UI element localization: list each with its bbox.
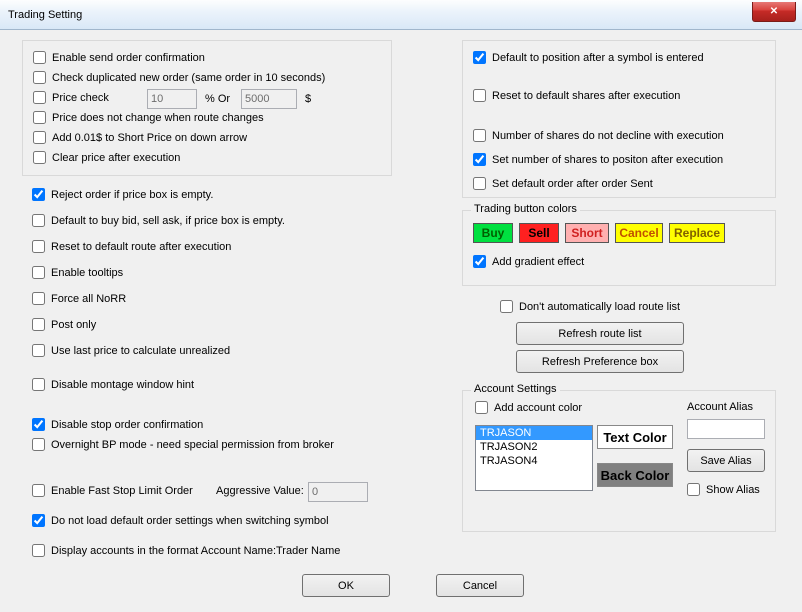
disable-montage-hint-checkbox[interactable] bbox=[32, 378, 45, 391]
check-duplicated-order-checkbox[interactable] bbox=[33, 71, 46, 84]
reset-default-shares[interactable]: Reset to default shares after execution bbox=[473, 89, 680, 102]
reject-empty-price[interactable]: Reject order if price box is empty. bbox=[32, 188, 213, 201]
dollar-label: $ bbox=[305, 93, 311, 105]
enable-tooltips-checkbox[interactable] bbox=[32, 266, 45, 279]
dont-auto-load-route-checkbox[interactable] bbox=[500, 300, 513, 313]
disable-stop-confirm[interactable]: Disable stop order confirmation bbox=[32, 418, 203, 431]
refresh-route-list-button[interactable]: Refresh route list bbox=[516, 322, 684, 345]
enable-send-order-confirm[interactable]: Enable send order confirmation bbox=[33, 51, 205, 64]
price-check-checkbox[interactable] bbox=[33, 91, 46, 104]
aggressive-value-input[interactable] bbox=[308, 482, 368, 502]
check-duplicated-order[interactable]: Check duplicated new order (same order i… bbox=[33, 71, 325, 84]
account-settings-group: Account Settings Add account color TRJAS… bbox=[462, 390, 776, 532]
post-only-checkbox[interactable] bbox=[32, 318, 45, 331]
default-buy-bid-checkbox[interactable] bbox=[32, 214, 45, 227]
set-default-after-sent[interactable]: Set default order after order Sent bbox=[473, 177, 653, 190]
reset-default-shares-checkbox[interactable] bbox=[473, 89, 486, 102]
set-shares-to-position[interactable]: Set number of shares to positon after ex… bbox=[473, 153, 723, 166]
overnight-bp-mode-checkbox[interactable] bbox=[32, 438, 45, 451]
titlebar: Trading Setting ✕ bbox=[0, 0, 802, 30]
reject-empty-price-checkbox[interactable] bbox=[32, 188, 45, 201]
add-account-color[interactable]: Add account color bbox=[475, 401, 582, 414]
display-accounts-format-checkbox[interactable] bbox=[32, 544, 45, 557]
account-settings-legend: Account Settings bbox=[471, 383, 560, 395]
aggressive-value-label: Aggressive Value: bbox=[216, 485, 304, 497]
enable-fast-stop-limit[interactable]: Enable Fast Stop Limit Order bbox=[32, 484, 193, 497]
close-button[interactable]: ✕ bbox=[752, 2, 796, 22]
add-gradient-effect[interactable]: Add gradient effect bbox=[473, 255, 584, 268]
price-check-pct-input[interactable] bbox=[147, 89, 197, 109]
clear-price-after-exec[interactable]: Clear price after execution bbox=[33, 151, 180, 164]
save-alias-button[interactable]: Save Alias bbox=[687, 449, 765, 472]
force-norr[interactable]: Force all NoRR bbox=[32, 292, 126, 305]
account-item[interactable]: TRJASON bbox=[476, 426, 592, 440]
refresh-preference-box-button[interactable]: Refresh Preference box bbox=[516, 350, 684, 373]
cancel-button[interactable]: Cancel bbox=[436, 574, 524, 597]
account-listbox[interactable]: TRJASON TRJASON2 TRJASON4 bbox=[475, 425, 593, 491]
replace-color-swatch[interactable]: Replace bbox=[669, 223, 725, 243]
use-last-price-unrealized[interactable]: Use last price to calculate unrealized bbox=[32, 344, 230, 357]
price-check-dollar-input[interactable] bbox=[241, 89, 297, 109]
disable-stop-confirm-checkbox[interactable] bbox=[32, 418, 45, 431]
add-gradient-effect-checkbox[interactable] bbox=[473, 255, 486, 268]
client-area: Enable send order confirmation Check dup… bbox=[0, 30, 802, 612]
enable-fast-stop-limit-checkbox[interactable] bbox=[32, 484, 45, 497]
price-check[interactable]: Price check bbox=[33, 91, 109, 104]
pct-or-label: % Or bbox=[205, 93, 230, 105]
price-options-group: Enable send order confirmation Check dup… bbox=[22, 40, 392, 176]
shares-options-group: Default to position after a symbol is en… bbox=[462, 40, 776, 198]
text-color-button[interactable]: Text Color bbox=[597, 425, 673, 449]
overnight-bp-mode[interactable]: Overnight BP mode - need special permiss… bbox=[32, 438, 334, 451]
use-last-price-unrealized-checkbox[interactable] bbox=[32, 344, 45, 357]
reset-route-after-exec-checkbox[interactable] bbox=[32, 240, 45, 253]
set-shares-to-position-checkbox[interactable] bbox=[473, 153, 486, 166]
do-not-load-default-order-checkbox[interactable] bbox=[32, 514, 45, 527]
force-norr-checkbox[interactable] bbox=[32, 292, 45, 305]
trading-button-colors-legend: Trading button colors bbox=[471, 203, 580, 215]
ok-button[interactable]: OK bbox=[302, 574, 390, 597]
sell-color-swatch[interactable]: Sell bbox=[519, 223, 559, 243]
show-alias[interactable]: Show Alias bbox=[687, 483, 760, 496]
post-only[interactable]: Post only bbox=[32, 318, 96, 331]
window-title: Trading Setting bbox=[8, 9, 82, 21]
shares-no-decline[interactable]: Number of shares do not decline with exe… bbox=[473, 129, 724, 142]
reset-route-after-exec[interactable]: Reset to default route after execution bbox=[32, 240, 231, 253]
buy-color-swatch[interactable]: Buy bbox=[473, 223, 513, 243]
do-not-load-default-order[interactable]: Do not load default order settings when … bbox=[32, 514, 329, 527]
enable-tooltips[interactable]: Enable tooltips bbox=[32, 266, 123, 279]
short-color-swatch[interactable]: Short bbox=[565, 223, 609, 243]
shares-no-decline-checkbox[interactable] bbox=[473, 129, 486, 142]
account-item[interactable]: TRJASON2 bbox=[476, 440, 592, 454]
price-no-change-route[interactable]: Price does not change when route changes bbox=[33, 111, 264, 124]
account-alias-input[interactable] bbox=[687, 419, 765, 439]
set-default-after-sent-checkbox[interactable] bbox=[473, 177, 486, 190]
close-icon: ✕ bbox=[770, 6, 778, 17]
dont-auto-load-route[interactable]: Don't automatically load route list bbox=[500, 300, 680, 313]
add-account-color-checkbox[interactable] bbox=[475, 401, 488, 414]
disable-montage-hint[interactable]: Disable montage window hint bbox=[32, 378, 194, 391]
clear-price-after-exec-checkbox[interactable] bbox=[33, 151, 46, 164]
trading-button-colors-group: Trading button colors Buy Sell Short Can… bbox=[462, 210, 776, 286]
account-item[interactable]: TRJASON4 bbox=[476, 454, 592, 468]
account-alias-label: Account Alias bbox=[687, 401, 753, 413]
default-buy-bid[interactable]: Default to buy bid, sell ask, if price b… bbox=[32, 214, 285, 227]
display-accounts-format[interactable]: Display accounts in the format Account N… bbox=[32, 544, 340, 557]
cancel-color-swatch[interactable]: Cancel bbox=[615, 223, 663, 243]
price-no-change-route-checkbox[interactable] bbox=[33, 111, 46, 124]
add-001-short-checkbox[interactable] bbox=[33, 131, 46, 144]
show-alias-checkbox[interactable] bbox=[687, 483, 700, 496]
add-001-short[interactable]: Add 0.01$ to Short Price on down arrow bbox=[33, 131, 247, 144]
default-to-position-checkbox[interactable] bbox=[473, 51, 486, 64]
enable-send-order-confirm-checkbox[interactable] bbox=[33, 51, 46, 64]
back-color-button[interactable]: Back Color bbox=[597, 463, 673, 487]
default-to-position[interactable]: Default to position after a symbol is en… bbox=[473, 51, 704, 64]
